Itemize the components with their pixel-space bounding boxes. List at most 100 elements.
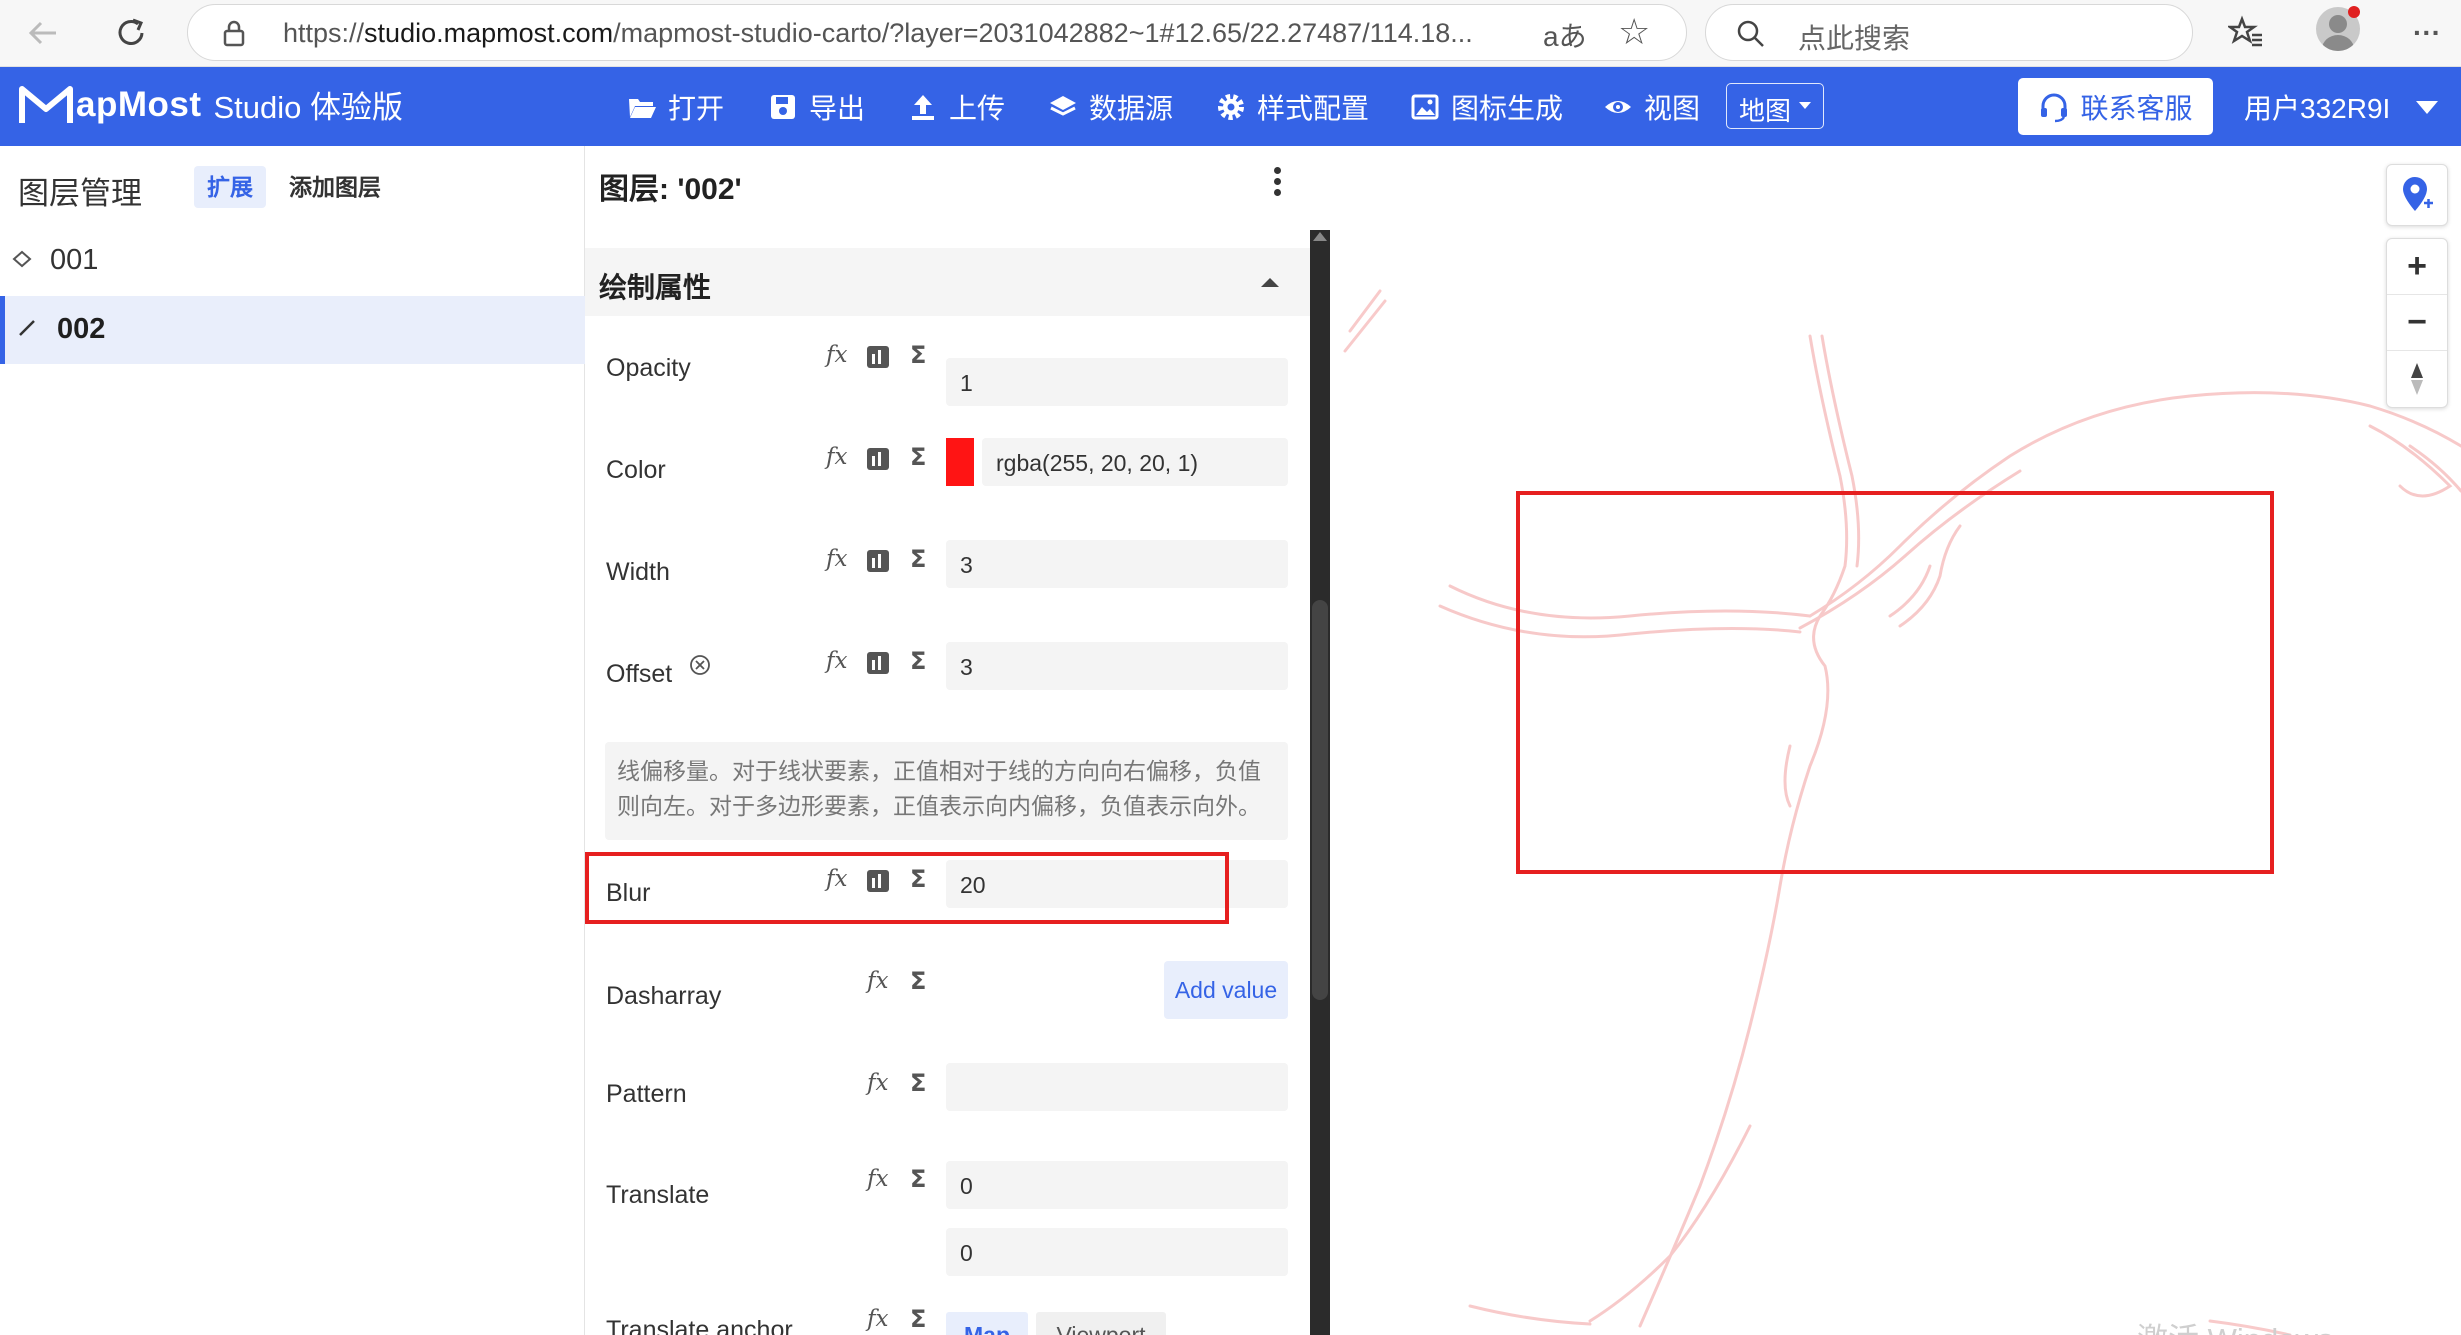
lock-icon: [223, 20, 245, 47]
locate-button[interactable]: [2386, 164, 2448, 226]
notification-dot: [2348, 6, 2360, 18]
line-layer-icon: [19, 320, 35, 336]
address-bar[interactable]: https://studio.mapmost.com/mapmost-studi…: [187, 4, 1687, 61]
more-options-icon[interactable]: [1267, 164, 1287, 204]
compass-button[interactable]: [2387, 351, 2447, 407]
width-input[interactable]: 3: [946, 540, 1288, 588]
color-label: Color: [606, 456, 666, 484]
contact-support-button[interactable]: 联系客服: [2018, 78, 2213, 135]
anchor-map-button[interactable]: Map: [946, 1312, 1028, 1335]
nav-upload[interactable]: 上传: [908, 87, 1005, 127]
function-icon[interactable]: fx: [826, 342, 847, 368]
nav-export[interactable]: 导出: [768, 87, 865, 127]
logo-product: Studio 体验版: [213, 90, 404, 125]
function-icon[interactable]: fx: [867, 1166, 888, 1192]
headset-icon: [2041, 93, 2068, 122]
nav-view-label: 视图: [1644, 93, 1701, 124]
function-icon[interactable]: fx: [826, 648, 847, 674]
map-highlight-box: [1516, 491, 2274, 874]
windows-activation-watermark: 激活 Windows: [2137, 1314, 2333, 1335]
search-placeholder: 点此搜索: [1798, 23, 1911, 54]
read-aloud-icon[interactable]: aあ: [1543, 15, 1587, 55]
mapmost-logo[interactable]: apMost Studio 体验版: [18, 82, 403, 127]
function-icon[interactable]: fx: [867, 1070, 888, 1096]
layer-name: 002: [57, 313, 106, 345]
logo-m-icon: [19, 85, 73, 123]
translate-y-input[interactable]: 0: [946, 1228, 1288, 1276]
function-icon[interactable]: fx: [826, 546, 847, 572]
location-pin-icon: [2403, 177, 2433, 211]
sigma-icon[interactable]: Σ: [910, 443, 926, 471]
back-icon[interactable]: [20, 10, 66, 56]
pattern-input[interactable]: [946, 1063, 1288, 1111]
function-icon[interactable]: fx: [826, 444, 847, 470]
support-label: 联系客服: [2080, 92, 2193, 124]
sigma-icon[interactable]: Σ: [910, 341, 926, 369]
translate-label: Translate: [606, 1181, 710, 1209]
upload-icon: [912, 95, 934, 120]
translate-x-input[interactable]: 0: [946, 1161, 1288, 1209]
chart-icon[interactable]: [867, 448, 889, 470]
color-swatch[interactable]: [946, 438, 974, 486]
layers-icon: [1050, 96, 1076, 116]
sigma-icon[interactable]: Σ: [910, 647, 926, 675]
nav-datasource[interactable]: 数据源: [1048, 87, 1173, 127]
scrollbar-thumb[interactable]: [1312, 600, 1328, 1000]
collapse-icon[interactable]: [1261, 278, 1279, 287]
layer-panel: 图层管理 扩展 添加图层 001 002: [0, 146, 585, 1335]
nav-open[interactable]: 打开: [627, 87, 724, 127]
user-menu[interactable]: 用户332R9I: [2244, 87, 2439, 127]
browser-toolbar: https://studio.mapmost.com/mapmost-studi…: [0, 0, 2461, 67]
offset-input[interactable]: 3: [946, 642, 1288, 690]
paint-section-header[interactable]: 绘制属性: [585, 248, 1315, 316]
sigma-icon[interactable]: Σ: [910, 545, 926, 573]
save-icon: [771, 95, 795, 119]
sigma-icon[interactable]: Σ: [910, 1305, 926, 1333]
clear-circle-icon[interactable]: [689, 654, 711, 676]
chart-icon[interactable]: [867, 550, 889, 572]
layer-item-002[interactable]: 002: [0, 296, 585, 364]
anchor-viewport-button[interactable]: Viewport: [1036, 1312, 1166, 1335]
property-panel: 图层: '002' 绘制属性 Opacity fx Σ 1 Color fx Σ…: [585, 146, 1330, 1335]
opacity-input[interactable]: 1: [946, 358, 1288, 406]
browser-search-box[interactable]: 点此搜索: [1705, 4, 2193, 61]
layer-item-001[interactable]: 001: [0, 227, 585, 295]
gear-icon: [1218, 94, 1244, 120]
eye-icon: [1605, 101, 1631, 113]
map-canvas[interactable]: 激活 Windows + −: [1330, 146, 2461, 1335]
view-mode-select[interactable]: 地图: [1726, 83, 1824, 129]
nav-open-label: 打开: [668, 93, 725, 124]
function-icon[interactable]: fx: [867, 968, 888, 994]
add-layer-button[interactable]: 添加图层: [289, 166, 381, 208]
color-input[interactable]: rgba(255, 20, 20, 1): [982, 438, 1288, 486]
scroll-up-arrow-icon[interactable]: [1313, 232, 1327, 241]
chart-icon[interactable]: [867, 652, 889, 674]
nav-view[interactable]: 视图: [1603, 87, 1700, 127]
polygon-layer-icon: [12, 250, 32, 268]
sigma-icon[interactable]: Σ: [910, 1069, 926, 1097]
refresh-icon[interactable]: [108, 10, 154, 56]
chart-icon[interactable]: [867, 346, 889, 368]
nav-icon-generate[interactable]: 图标生成: [1410, 87, 1563, 127]
favorites-icon[interactable]: [2223, 10, 2269, 56]
zoom-out-button[interactable]: −: [2387, 295, 2447, 351]
offset-label: Offset: [606, 660, 673, 688]
url-text[interactable]: https://studio.mapmost.com/mapmost-studi…: [283, 18, 1513, 49]
user-dropdown-icon: [2416, 100, 2439, 114]
offset-help-text: 线偏移量。对于线状要素，正值相对于线的方向向右偏移，负值则向左。对于多边形要素，…: [605, 742, 1288, 840]
sigma-icon[interactable]: Σ: [910, 1165, 926, 1193]
section-title: 绘制属性: [599, 272, 712, 303]
function-icon[interactable]: fx: [867, 1306, 888, 1332]
favorite-star-icon[interactable]: ☆: [1618, 11, 1650, 53]
view-mode-value: 地图: [1739, 96, 1792, 126]
translate-anchor-label: Translate anchor: [606, 1316, 793, 1335]
nav-style-config[interactable]: 样式配置: [1216, 87, 1369, 127]
image-icon: [1411, 94, 1439, 120]
opacity-label: Opacity: [606, 354, 691, 382]
zoom-in-button[interactable]: +: [2387, 239, 2447, 295]
add-value-button[interactable]: Add value: [1164, 961, 1288, 1019]
chevron-down-icon: [1799, 102, 1811, 109]
expand-button[interactable]: 扩展: [194, 166, 266, 208]
sigma-icon[interactable]: Σ: [910, 967, 926, 995]
more-menu-icon[interactable]: ···: [2404, 10, 2450, 56]
